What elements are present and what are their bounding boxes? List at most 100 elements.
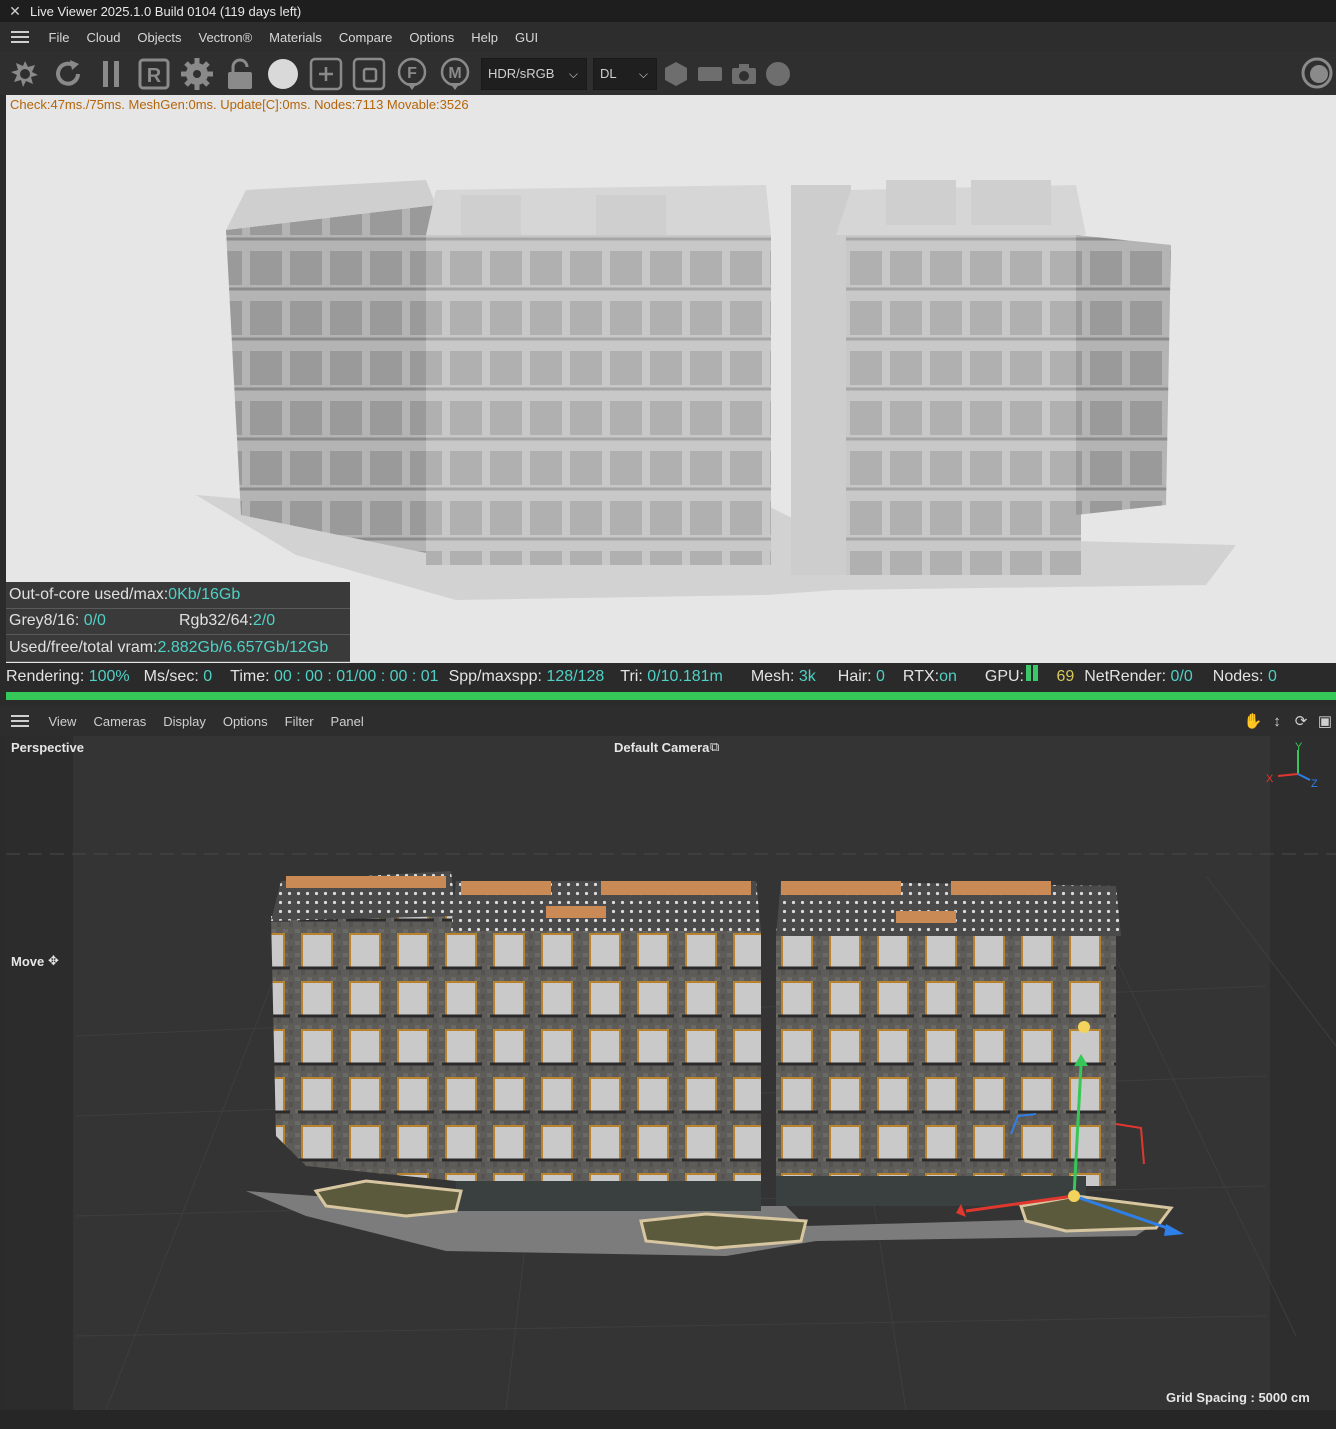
out-of-core-label: Out-of-core used/max:: [9, 585, 169, 603]
nodes-value: 0: [1267, 668, 1277, 685]
camera-label[interactable]: Default Camera: [614, 740, 709, 755]
viewport-hamburger-icon[interactable]: [0, 706, 40, 736]
viewport-menu-bar: View Cameras Display Options Filter Pane…: [0, 706, 1336, 736]
gpu-label: GPU:: [984, 668, 1024, 686]
viewport-menu-panel[interactable]: Panel: [322, 714, 372, 729]
ms-sec-value: 0: [203, 668, 213, 685]
menu-help[interactable]: Help: [463, 30, 507, 45]
rtx-label: RTX:: [902, 668, 940, 685]
axis-z-label: Z: [1311, 778, 1318, 790]
menu-file[interactable]: File: [40, 30, 78, 45]
move-tool-icon: ✥: [48, 953, 59, 968]
bottom-status-strip: [0, 1410, 1336, 1429]
grey-label: Grey8/16:: [9, 612, 84, 630]
menu-compare[interactable]: Compare: [330, 30, 400, 45]
viewport-scene: Y X Z: [6, 741, 1336, 1410]
menu-gui[interactable]: GUI: [506, 30, 546, 45]
hair-label: Hair:: [837, 668, 872, 685]
menu-options[interactable]: Options: [401, 30, 463, 45]
box-icon[interactable]: [697, 61, 723, 87]
ms-sec-label: Ms/sec:: [143, 668, 199, 685]
viewport-menu-filter[interactable]: Filter: [276, 714, 322, 729]
close-icon[interactable]: ✕: [0, 3, 30, 20]
time-label: Time:: [230, 668, 270, 685]
pan-hand-icon[interactable]: ✋: [1244, 712, 1263, 730]
rendering-label: Rendering:: [6, 668, 85, 685]
viewport-menu-display[interactable]: Display: [155, 714, 215, 729]
camera-icon[interactable]: [731, 61, 757, 87]
menu-cloud[interactable]: Cloud: [78, 30, 129, 45]
refresh-icon[interactable]: [51, 57, 85, 91]
axis-y-label: Y: [1295, 741, 1303, 753]
kernel-value: DL: [600, 66, 617, 81]
grey-value: 0/0: [83, 612, 106, 630]
hamburger-menu-icon[interactable]: [0, 22, 40, 52]
svg-text:M: M: [448, 65, 461, 82]
rtx-value: on: [939, 668, 957, 685]
color-space-select[interactable]: HDR/sRGB ⌵: [481, 57, 587, 90]
add-region-icon[interactable]: [309, 57, 343, 91]
rotate-camera-icon[interactable]: ⟳: [1292, 712, 1310, 730]
vram-value: 2.882Gb/6.657Gb/12Gb: [157, 638, 329, 656]
rendering-value: 100%: [88, 668, 130, 685]
3d-viewport[interactable]: Y X Z Perspective Default Camera ⧉ Move …: [6, 736, 1336, 1410]
render-stats-bar: Rendering: 100% Ms/sec: 0 Time: 00 : 00 …: [0, 663, 1336, 691]
menu-vectron[interactable]: Vectron®: [190, 30, 261, 45]
out-of-core-value: 0Kb/16Gb: [168, 585, 241, 603]
axis-x-label: X: [1266, 773, 1274, 785]
chevron-down-icon: ⌵: [568, 66, 578, 81]
viewport-menu-options[interactable]: Options: [214, 714, 276, 729]
mesh-label: Mesh:: [750, 668, 795, 685]
viewport-menu-cameras[interactable]: Cameras: [85, 714, 155, 729]
tri-label: Tri:: [620, 668, 643, 685]
memory-stats-panel: Out-of-core used/max: 0Kb/16Gb Grey8/16: …: [6, 582, 350, 662]
hair-value: 0: [876, 668, 885, 685]
layout-toggle-icon[interactable]: ▣: [1316, 712, 1334, 730]
menu-objects[interactable]: Objects: [129, 30, 190, 45]
color-space-value: HDR/sRGB: [488, 66, 555, 81]
nodes-label: Nodes:: [1212, 668, 1264, 685]
camera-link-icon[interactable]: ⧉: [710, 739, 719, 755]
sphere-icon[interactable]: [266, 57, 300, 91]
texture-count-row: Grey8/16: 0/0 Rgb32/64: 2/0: [6, 609, 350, 635]
cube-icon[interactable]: [663, 61, 689, 87]
time-value: 00 : 00 : 01/00 : 00 : 01: [274, 668, 439, 685]
region-fit-icon[interactable]: [352, 57, 386, 91]
grid-spacing-label: Grid Spacing : 5000 cm: [1166, 1390, 1310, 1405]
vram-label: Used/free/total vram:: [9, 638, 158, 656]
title-bar: ✕ Live Viewer 2025.1.0 Build 0104 (119 d…: [0, 0, 1336, 22]
material-m-icon[interactable]: M: [438, 57, 472, 91]
move-camera-icon[interactable]: ↕: [1268, 712, 1286, 730]
viewport-nav-tools: ✋ ↕ ⟳ ▣: [1244, 706, 1336, 736]
gear-icon[interactable]: [180, 57, 214, 91]
rgb-label: Rgb32/64:: [179, 612, 253, 630]
mesh-value: 3k: [798, 668, 816, 685]
lock-icon[interactable]: [223, 57, 257, 91]
menu-materials[interactable]: Materials: [261, 30, 331, 45]
netrender-value: 0/0: [1170, 668, 1193, 685]
pause-icon[interactable]: [94, 57, 128, 91]
render-toolbar: R F M HDR/sRGB ⌵ DL ⌵: [0, 52, 1336, 95]
rgb-value: 2/0: [252, 612, 276, 630]
circle-icon[interactable]: [765, 61, 791, 87]
vram-row: Used/free/total vram: 2.882Gb/6.657Gb/12…: [6, 635, 350, 662]
spp-value: 128/128: [546, 668, 605, 685]
tri-value: 0/10.181m: [647, 668, 723, 685]
out-of-core-row: Out-of-core used/max: 0Kb/16Gb: [6, 582, 350, 609]
svg-text:F: F: [407, 65, 417, 82]
region-r-icon[interactable]: R: [137, 57, 171, 91]
render-status-icon[interactable]: [1300, 56, 1334, 90]
chevron-down-icon: ⌵: [638, 66, 648, 81]
window-title: Live Viewer 2025.1.0 Build 0104 (119 day…: [30, 3, 302, 19]
render-view[interactable]: Check:47ms./75ms. MeshGen:0ms. Update[C]…: [6, 95, 1336, 663]
focus-f-icon[interactable]: F: [395, 57, 429, 91]
viewport-menu-view[interactable]: View: [40, 714, 85, 729]
netrender-label: NetRender:: [1084, 668, 1167, 685]
move-tool-label[interactable]: Move: [11, 954, 44, 969]
kernel-select[interactable]: DL ⌵: [593, 57, 657, 90]
projection-label[interactable]: Perspective: [11, 740, 84, 755]
render-progress-bar: [6, 692, 1336, 700]
rendered-buildings-image: [196, 180, 1236, 600]
spp-label: Spp/maxspp:: [448, 668, 542, 685]
settings-gear-arrows-icon[interactable]: [8, 57, 42, 91]
